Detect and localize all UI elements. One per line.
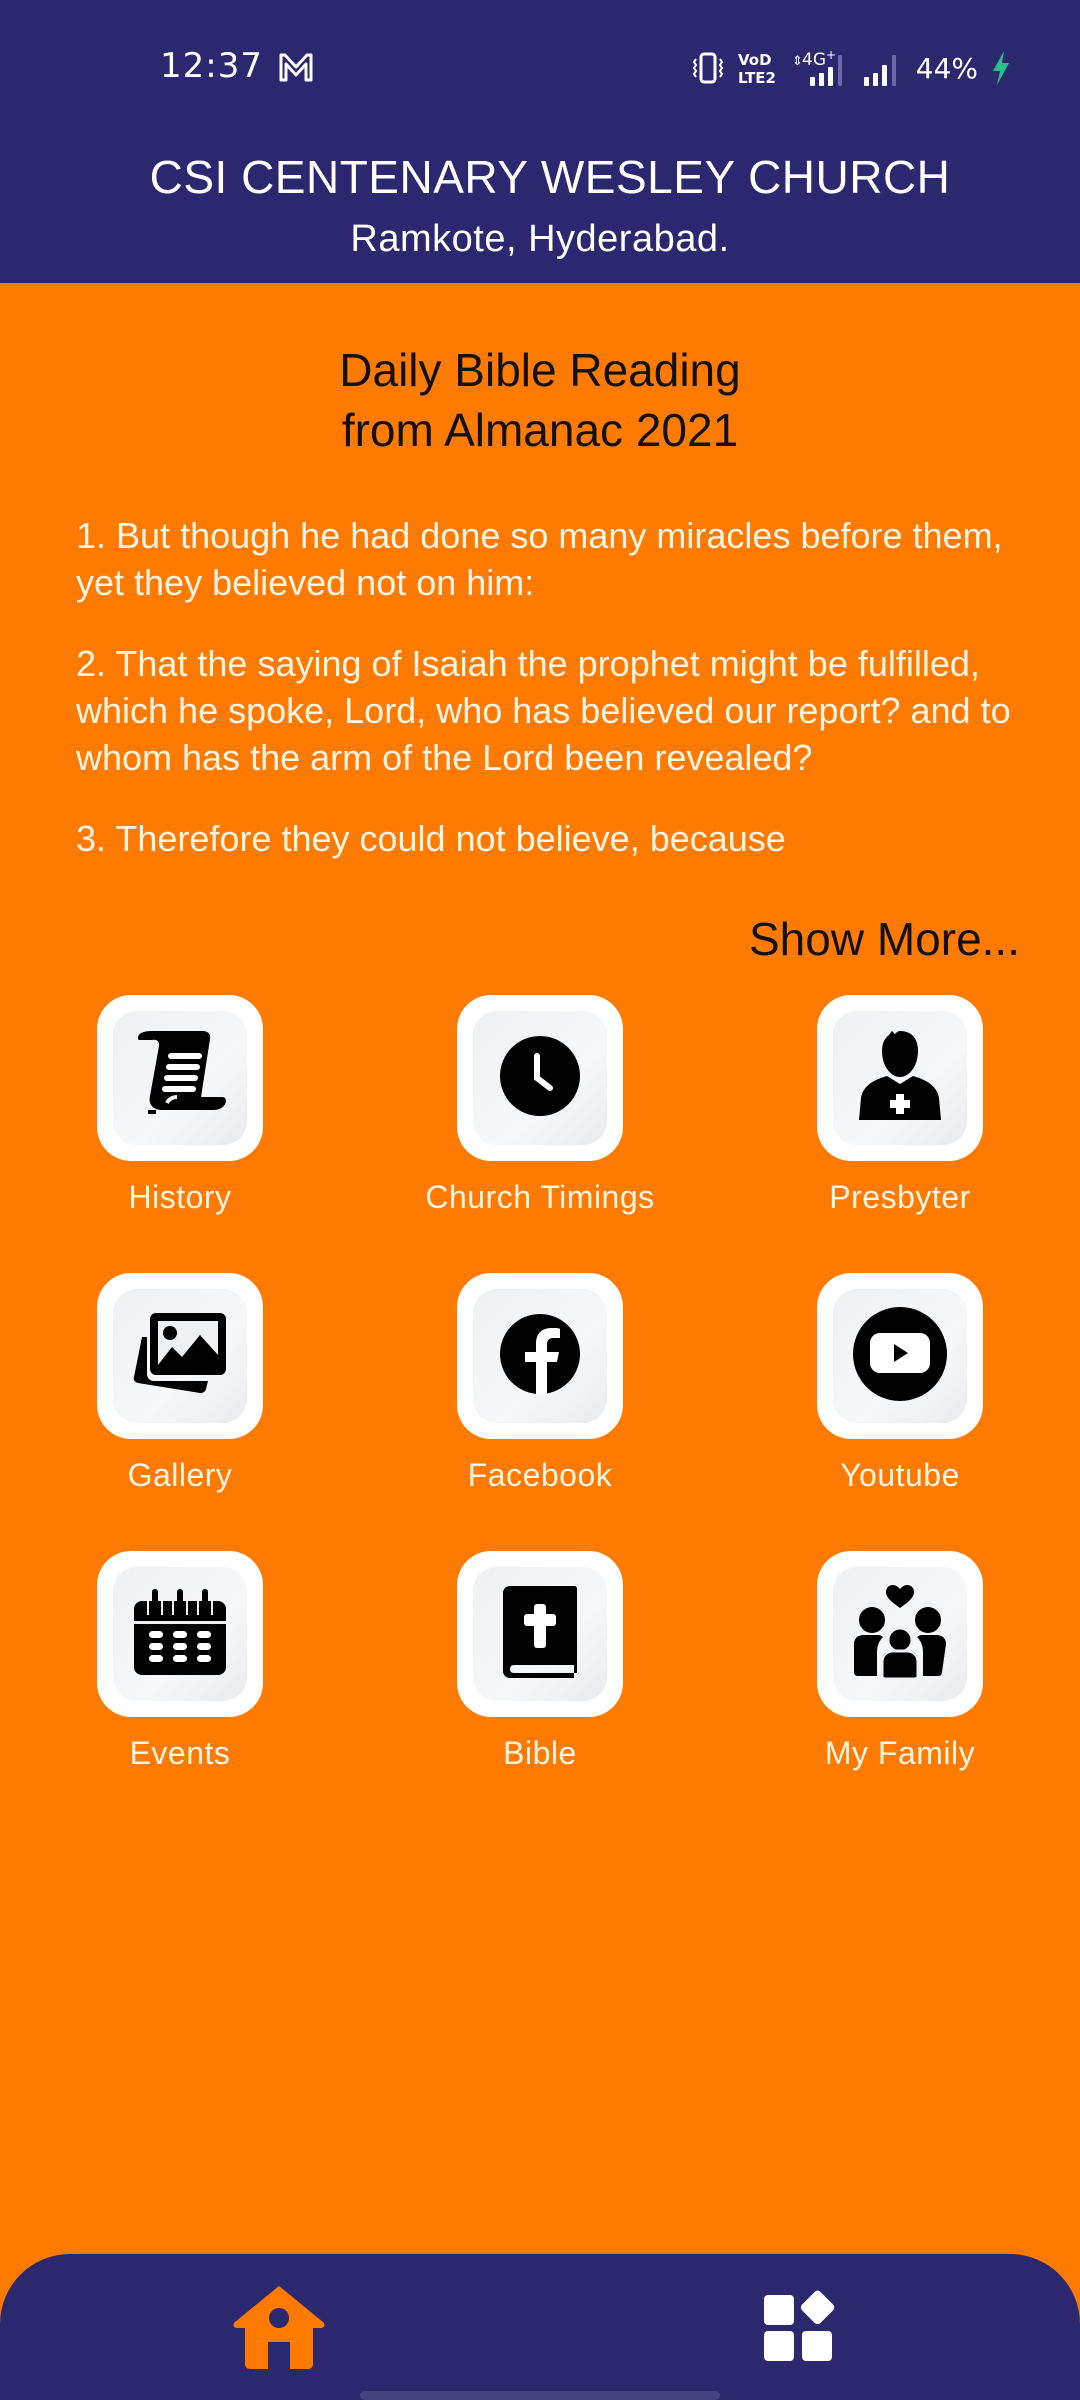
tile-gallery[interactable]: Gallery <box>30 1273 330 1513</box>
tile-label: Gallery <box>127 1457 233 1493</box>
tile-label: Presbyter <box>829 1179 971 1215</box>
calendar-icon <box>132 1587 228 1682</box>
verse: 1. But though he had done so many miracl… <box>76 515 1003 603</box>
tile-icon-box <box>817 995 983 1161</box>
nav-menu-button[interactable] <box>741 2284 861 2374</box>
tile-icon-box <box>457 1551 623 1717</box>
charging-icon <box>992 51 1010 85</box>
bible-icon <box>502 1584 578 1685</box>
tile-icon-box <box>457 1273 623 1439</box>
tile-icon-box <box>97 995 263 1161</box>
tile-history[interactable]: History <box>30 995 330 1235</box>
tile-bible[interactable]: Bible <box>390 1551 690 1791</box>
tile-icon-box <box>457 995 623 1161</box>
tile-icon-box <box>817 1273 983 1439</box>
tile-label: Youtube <box>840 1457 960 1493</box>
status-time: 12:37 <box>160 46 263 86</box>
youtube-icon <box>852 1306 948 1407</box>
4g-plus-signal-icon: ⇕ 4G + <box>792 49 846 87</box>
home-icon <box>232 2284 326 2375</box>
gallery-icon <box>130 1309 230 1404</box>
tile-label: My Family <box>824 1735 976 1771</box>
tile-my-family[interactable]: My Family <box>750 1551 1050 1791</box>
signal-icon <box>860 49 900 87</box>
svg-text:VoD: VoD <box>738 51 772 69</box>
gesture-navigation-bar[interactable] <box>360 2391 720 2400</box>
daily-reading-title: Daily Bible Reading from Almanac 2021 <box>0 340 1080 460</box>
verse: 2. That the saying of Isaiah the prophet… <box>76 643 1011 778</box>
reading-title-line2: from Almanac 2021 <box>341 404 739 456</box>
battery-percent: 44% <box>915 51 978 85</box>
tile-events[interactable]: Events <box>30 1551 330 1791</box>
app-header: CSI CENTENARY WESLEY CHURCH Ramkote, Hyd… <box>0 130 1080 283</box>
church-name: CSI CENTENARY WESLEY CHURCH <box>149 151 951 203</box>
tile-label: Events <box>129 1735 231 1771</box>
bottom-navigation <box>0 2254 1080 2400</box>
nav-home-button[interactable] <box>219 2284 339 2374</box>
show-more-button[interactable]: Show More... <box>749 912 1020 966</box>
tile-label: Facebook <box>467 1457 613 1493</box>
tile-label: Bible <box>503 1735 577 1771</box>
apps-grid-icon <box>762 2289 840 2370</box>
system-status-icons: VoD LTE2 ⇕ 4G + 44% <box>692 48 1010 88</box>
facebook-icon <box>498 1312 582 1401</box>
family-icon <box>850 1584 950 1685</box>
tile-icon-box <box>97 1273 263 1439</box>
tile-icon-box <box>97 1551 263 1717</box>
tile-facebook[interactable]: Facebook <box>390 1273 690 1513</box>
tile-icon-box <box>817 1551 983 1717</box>
verse: 3. Therefore they could not believe, bec… <box>76 818 786 859</box>
gmail-icon <box>278 52 314 82</box>
tile-label: Church Timings <box>425 1179 655 1215</box>
tile-label: History <box>128 1179 232 1215</box>
volte-icon: VoD LTE2 <box>738 51 778 85</box>
tile-presbyter[interactable]: Presbyter <box>750 995 1050 1235</box>
tile-youtube[interactable]: Youtube <box>750 1273 1050 1513</box>
status-bar: 12:37 VoD LTE2 ⇕ 4G + 44% <box>0 0 1080 130</box>
scroll-icon <box>130 1026 230 1131</box>
clock-icon <box>498 1034 582 1123</box>
priest-icon <box>855 1026 945 1131</box>
svg-text:+: + <box>826 49 836 62</box>
svg-text:LTE2: LTE2 <box>738 69 776 85</box>
vibrate-icon <box>692 51 724 85</box>
church-location: Ramkote, Hyderabad. <box>350 218 730 260</box>
svg-text:4G: 4G <box>802 50 826 70</box>
reading-verses: 1. But though he had done so many miracl… <box>76 512 1016 910</box>
reading-title-line1: Daily Bible Reading <box>339 344 741 396</box>
tile-church-timings[interactable]: Church Timings <box>390 995 690 1235</box>
